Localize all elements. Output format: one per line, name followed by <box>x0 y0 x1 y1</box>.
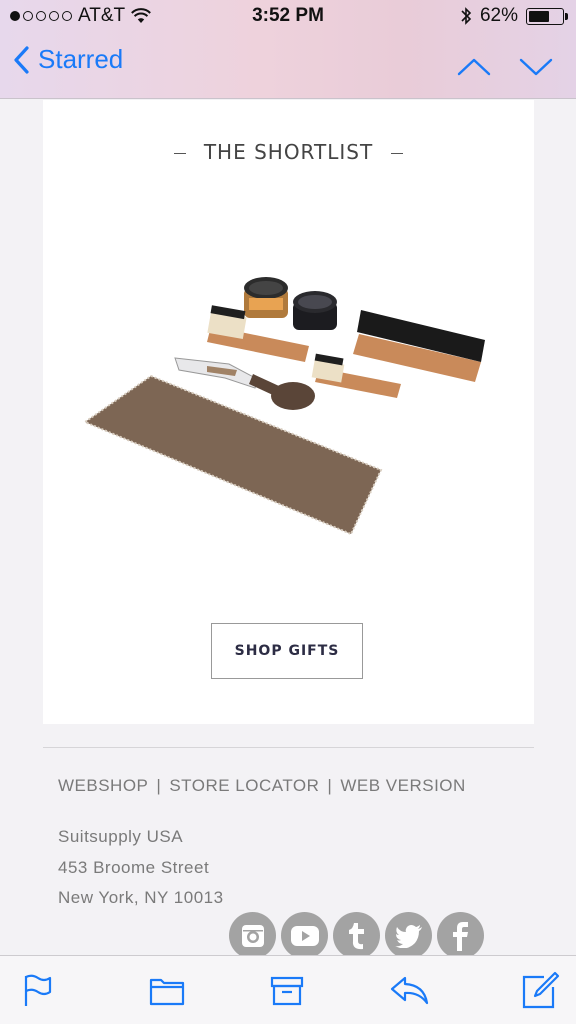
store-locator-link[interactable]: STORE LOCATOR <box>169 776 319 796</box>
address-street: 453 Broome Street <box>58 857 210 877</box>
battery-percent: 62% <box>479 5 518 26</box>
horsehair-brush <box>353 310 485 382</box>
reply-icon <box>390 976 429 1005</box>
company-address: Suitsupply USA 453 Broome Street New Yor… <box>58 822 224 914</box>
chevron-down-icon <box>519 58 553 76</box>
youtube-icon[interactable] <box>281 912 328 959</box>
webshop-link[interactable]: WEBSHOP <box>58 776 148 796</box>
folder-icon <box>149 978 185 1006</box>
link-separator: | <box>327 776 333 795</box>
next-message-button[interactable] <box>516 48 556 84</box>
address-company: Suitsupply USA <box>58 827 184 846</box>
bottom-toolbar <box>0 955 576 1024</box>
back-label: Starred <box>38 44 124 74</box>
reply-button[interactable] <box>389 970 429 1010</box>
archive-button[interactable] <box>267 970 307 1010</box>
section-title: THE SHORTLIST <box>43 140 534 164</box>
status-bar: AT&T 3:52 PM 62% <box>0 0 576 34</box>
tumblr-icon[interactable] <box>333 912 380 959</box>
back-chevron-icon <box>14 45 29 74</box>
flag-button[interactable] <box>20 970 60 1010</box>
polish-jar-black <box>293 291 337 330</box>
battery-icon <box>526 7 568 25</box>
web-version-link[interactable]: WEB VERSION <box>340 776 465 796</box>
back-button[interactable]: Starred <box>12 44 123 75</box>
link-separator: | <box>156 776 162 795</box>
bluetooth-icon <box>461 7 472 25</box>
shop-gifts-button[interactable]: SHOP GIFTS <box>211 623 363 679</box>
instagram-icon[interactable] <box>229 912 276 959</box>
social-links <box>229 912 484 959</box>
archive-icon <box>270 976 304 1006</box>
divider <box>43 747 534 748</box>
facebook-icon[interactable] <box>437 912 484 959</box>
top-bar: AT&T 3:52 PM 62% Starred <box>0 0 576 99</box>
flag-icon <box>24 974 52 1006</box>
chevron-up-icon <box>457 58 491 76</box>
compose-icon <box>522 971 560 1009</box>
move-to-folder-button[interactable] <box>147 970 187 1010</box>
polish-jar-tan <box>244 277 288 318</box>
footer-links: WEBSHOP | STORE LOCATOR | WEB VERSION <box>58 776 466 796</box>
battery-fill <box>529 10 549 22</box>
product-image[interactable] <box>83 270 503 540</box>
status-right: 62% <box>460 5 568 27</box>
nav-bar: Starred <box>0 44 576 88</box>
twitter-icon[interactable] <box>385 912 432 959</box>
email-content-card: THE SHORTLIST SHOP GIFTS <box>43 100 534 724</box>
polishing-cloth <box>83 374 383 536</box>
previous-message-button[interactable] <box>454 48 494 84</box>
address-city: New York, NY 10013 <box>58 888 224 907</box>
compose-button[interactable] <box>520 970 560 1010</box>
